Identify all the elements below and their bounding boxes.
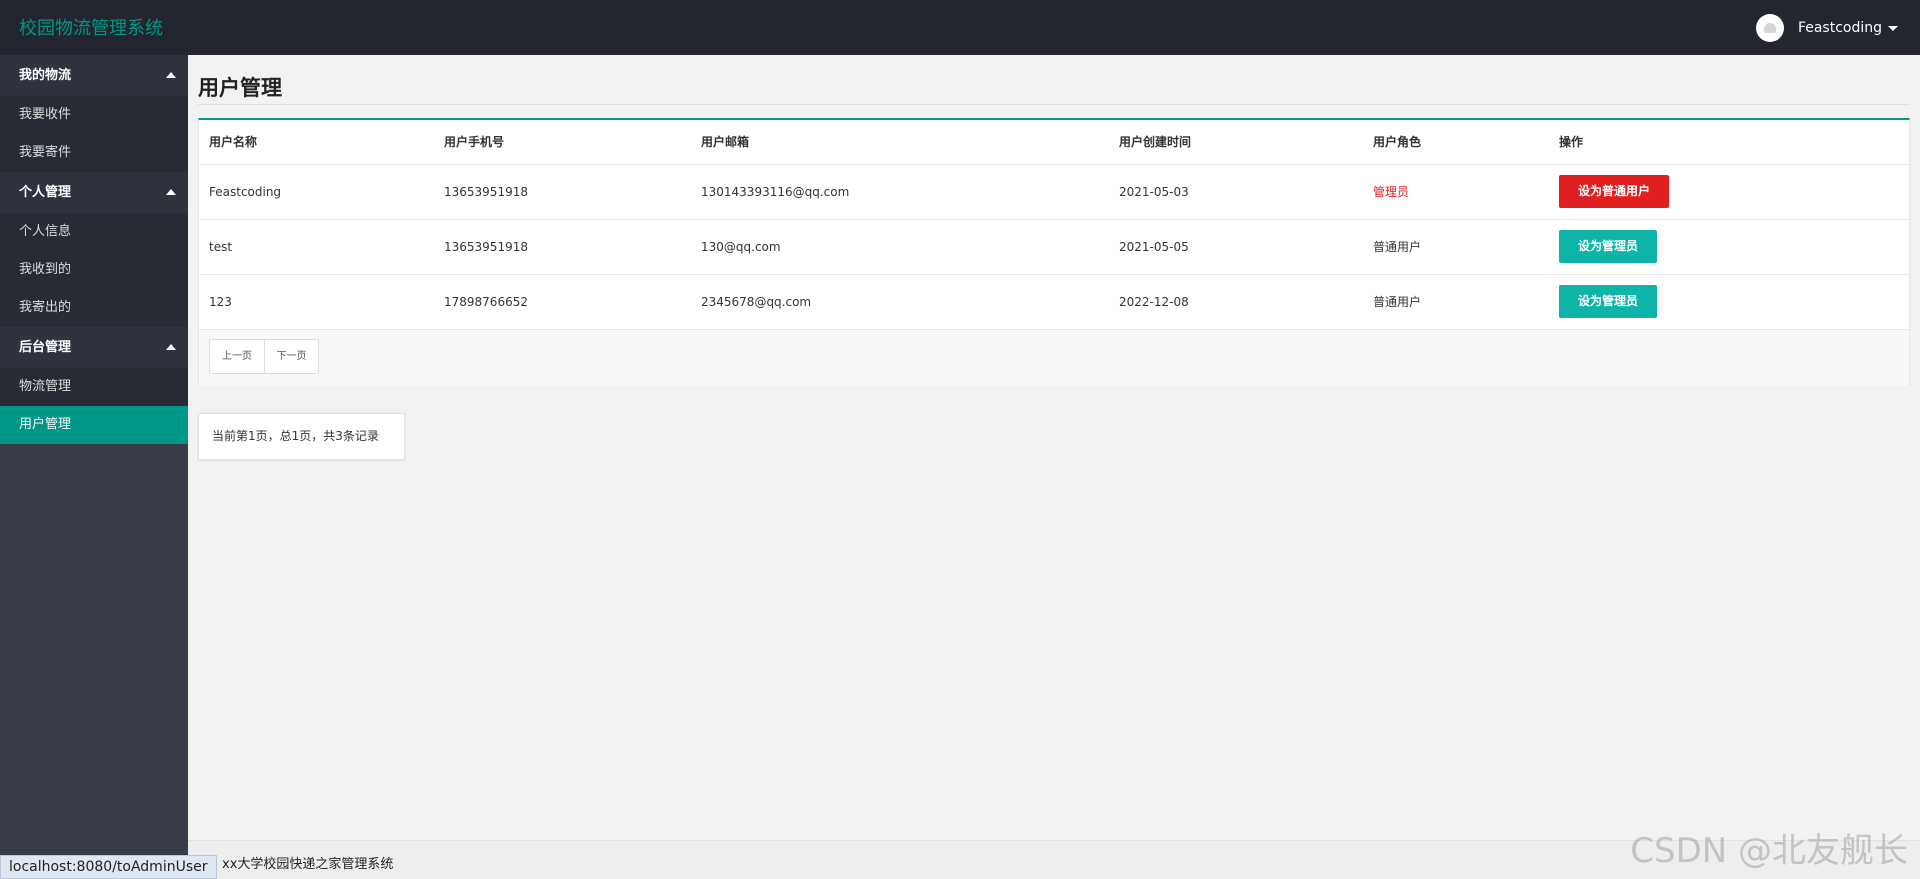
sidebar-submenu: 个人信息 我收到的 我寄出的 [0,213,188,327]
table-row: 123 17898766652 2345678@qq.com 2022-12-0… [199,274,1909,330]
column-header-created: 用户创建时间 [1109,120,1363,165]
pagination: 上一页 下一页 [209,339,319,374]
cell-created: 2021-05-03 [1109,164,1363,220]
page-info: 当前第1页，总1页，共3条记录 [198,413,405,460]
chevron-down-icon[interactable] [1888,25,1898,31]
sidebar-item-user-admin[interactable]: 用户管理 [0,406,188,444]
set-normal-user-button[interactable]: 设为普通用户 [1559,175,1670,208]
table-row: Feastcoding 13653951918 130143393116@qq.… [199,164,1909,220]
sidebar-submenu: 物流管理 用户管理 [0,368,188,444]
column-header-role: 用户角色 [1363,120,1549,165]
set-admin-button[interactable]: 设为管理员 [1559,230,1658,263]
table-row: test 13653951918 130@qq.com 2021-05-05 普… [199,219,1909,275]
app-title[interactable]: 校园物流管理系统 [19,14,163,40]
status-bar-url: localhost:8080/toAdminUser [0,855,217,879]
cell-created: 2021-05-05 [1109,219,1363,275]
sidebar-item-sent[interactable]: 我寄出的 [0,289,188,327]
page-title: 用户管理 [198,76,282,100]
cell-email: 130143393116@qq.com [691,164,1109,220]
sidebar-group-label: 后台管理 [19,340,72,355]
sidebar-item-received[interactable]: 我收到的 [0,251,188,289]
cell-role: 普通用户 [1363,274,1549,330]
sidebar-item-receive[interactable]: 我要收件 [0,96,188,134]
cell-role: 普通用户 [1363,219,1549,275]
footer-text: xx大学校园快递之家管理系统 [222,857,394,872]
column-header-action: 操作 [1549,120,1909,165]
cell-phone: 17898766652 [434,274,691,330]
column-header-name: 用户名称 [199,120,434,165]
chevron-up-icon [166,344,176,350]
user-table: 用户名称 用户手机号 用户邮箱 用户创建时间 用户角色 操作 Feastcodi… [199,120,1909,330]
sidebar-item-send[interactable]: 我要寄件 [0,134,188,172]
sidebar-group-personal[interactable]: 个人管理 [0,172,188,213]
cell-role: 管理员 [1363,164,1549,220]
cell-created: 2022-12-08 [1109,274,1363,330]
cell-phone: 13653951918 [434,219,691,275]
cell-name: test [199,219,434,275]
cell-name: Feastcoding [199,164,434,220]
pagination-bar: 上一页 下一页 [199,330,1909,386]
column-header-email: 用户邮箱 [691,120,1109,165]
cell-email: 2345678@qq.com [691,274,1109,330]
sidebar: 我的物流 我要收件 我要寄件 个人管理 个人信息 我收到的 我寄出的 后台管理 … [0,55,188,879]
sidebar-group-my-logistics[interactable]: 我的物流 [0,55,188,96]
chevron-up-icon [166,189,176,195]
chevron-up-icon [166,72,176,78]
sidebar-group-admin[interactable]: 后台管理 [0,327,188,368]
sidebar-item-logistics-admin[interactable]: 物流管理 [0,368,188,406]
top-header: 校园物流管理系统 Feastcoding [0,0,1920,55]
cell-action: 设为普通用户 [1549,164,1909,220]
table-header-row: 用户名称 用户手机号 用户邮箱 用户创建时间 用户角色 操作 [199,120,1909,165]
cell-name: 123 [199,274,434,330]
set-admin-button[interactable]: 设为管理员 [1559,285,1658,318]
prev-page-button[interactable]: 上一页 [210,340,264,373]
username-label[interactable]: Feastcoding [1798,20,1882,36]
cell-phone: 13653951918 [434,164,691,220]
cell-action: 设为管理员 [1549,219,1909,275]
cell-action: 设为管理员 [1549,274,1909,330]
cell-email: 130@qq.com [691,219,1109,275]
user-table-panel: 用户名称 用户手机号 用户邮箱 用户创建时间 用户角色 操作 Feastcodi… [198,118,1910,386]
sidebar-group-label: 我的物流 [19,68,72,83]
sidebar-group-label: 个人管理 [19,185,72,200]
user-menu[interactable]: Feastcoding [1755,14,1898,42]
next-page-button[interactable]: 下一页 [264,340,318,373]
title-divider [198,104,1910,105]
sidebar-submenu: 我要收件 我要寄件 [0,96,188,172]
column-header-phone: 用户手机号 [434,120,691,165]
main-content: 用户管理 用户名称 用户手机号 用户邮箱 用户创建时间 用户角色 操作 Feas… [188,55,1920,879]
watermark: CSDN @北友舰长 [1630,831,1908,871]
sidebar-item-profile[interactable]: 个人信息 [0,213,188,251]
avatar[interactable] [1755,14,1784,42]
